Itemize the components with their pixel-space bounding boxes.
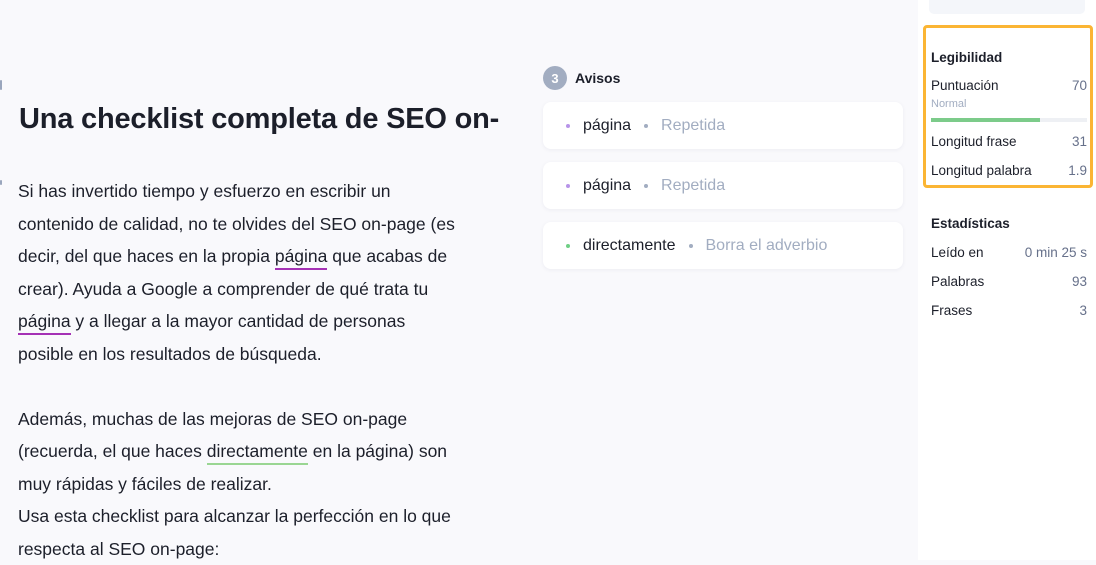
text-line: (recuerda, el que haces directamente en … [18, 435, 455, 468]
text-segment: respecta al SEO on-page: [18, 539, 219, 559]
score-label: Puntuación [931, 78, 999, 93]
sentence-length-value: 31 [1072, 134, 1087, 149]
warning-word: directamente [583, 237, 676, 255]
score-row: Puntuación 70 [931, 78, 1087, 93]
word-length-value: 1.9 [1068, 163, 1087, 178]
category-dot-icon [566, 184, 570, 188]
text-segment: contenido de calidad, no te olvides del … [18, 214, 455, 234]
text-segment: Si has invertido tiempo y esfuerzo en es… [18, 181, 391, 201]
text-line: posible en los resultados de búsqueda. [18, 338, 455, 371]
warnings-count-badge: 3 [543, 66, 567, 90]
sentences-value: 3 [1079, 303, 1087, 318]
text-segment: crear). Ayuda a Google a comprender de q… [18, 279, 428, 299]
edge-marker [0, 80, 2, 90]
warning-word: página [583, 117, 631, 135]
separator-dot-icon [644, 124, 648, 128]
editor[interactable]: Una checklist completa de SEO on- Si has… [0, 0, 530, 560]
text-line: crear). Ayuda a Google a comprender de q… [18, 273, 455, 306]
text-segment: decir, del que haces en la propia [18, 246, 275, 266]
document-body[interactable]: Si has invertido tiempo y esfuerzo en es… [18, 175, 455, 565]
separator-dot-icon [644, 184, 648, 188]
text-line: respecta al SEO on-page: [18, 533, 455, 565]
category-dot-icon [566, 124, 570, 128]
flagged-word[interactable]: página [18, 311, 71, 335]
separator-dot-icon [689, 244, 693, 248]
text-line: decir, del que haces en la propia página… [18, 240, 455, 273]
words-label: Palabras [931, 274, 984, 289]
warnings-title: Avisos [575, 70, 620, 86]
flagged-word[interactable]: directamente [207, 441, 308, 465]
category-dot-icon [566, 244, 570, 248]
text-line: Además, muchas de las mejoras de SEO on-… [18, 403, 455, 436]
text-segment: Además, muchas de las mejoras de SEO on-… [18, 409, 407, 429]
text-segment: en la página) son [308, 441, 447, 461]
top-button[interactable] [929, 0, 1085, 14]
score-level: Normal [931, 98, 966, 110]
document-title[interactable]: Una checklist completa de SEO on- [19, 103, 499, 136]
warning-card[interactable]: página Repetida [543, 162, 903, 209]
stats-sidebar: Legibilidad Puntuación 70 Normal Longitu… [918, 0, 1096, 560]
score-bar [931, 118, 1087, 122]
sentence-length-label: Longitud frase [931, 134, 1017, 149]
warning-hint: Repetida [661, 117, 725, 135]
sentences-row: Frases 3 [931, 303, 1087, 318]
warning-card[interactable]: directamente Borra el adverbio [543, 222, 903, 269]
words-value: 93 [1072, 274, 1087, 289]
read-time-value: 0 min 25 s [1025, 245, 1087, 260]
text-segment: (recuerda, el que haces [18, 441, 207, 461]
score-value: 70 [1072, 78, 1087, 93]
text-segment: Usa esta checklist para alcanzar la perf… [18, 506, 451, 526]
text-line: Usa esta checklist para alcanzar la perf… [18, 500, 455, 533]
edge-marker [0, 180, 2, 185]
text-segment: que acabas de [327, 246, 447, 266]
text-line [18, 370, 455, 403]
text-line: contenido de calidad, no te olvides del … [18, 208, 455, 241]
word-length-row: Longitud palabra 1.9 [931, 163, 1087, 178]
stats-title: Estadísticas [931, 216, 1010, 231]
text-line: página y a llegar a la mayor cantidad de… [18, 305, 455, 338]
sentences-label: Frases [931, 303, 972, 318]
read-time-label: Leído en [931, 245, 984, 260]
sentence-length-row: Longitud frase 31 [931, 134, 1087, 149]
words-row: Palabras 93 [931, 274, 1087, 289]
warning-hint: Repetida [661, 177, 725, 195]
warning-card[interactable]: página Repetida [543, 102, 903, 149]
text-line: Si has invertido tiempo y esfuerzo en es… [18, 175, 455, 208]
score-bar-fill [931, 118, 1040, 122]
flagged-word[interactable]: página [275, 246, 328, 270]
text-line: muy rápidas y fáciles de realizar. [18, 468, 455, 501]
text-segment: y a llegar a la mayor cantidad de person… [71, 311, 406, 331]
text-segment: muy rápidas y fáciles de realizar. [18, 474, 272, 494]
warning-hint: Borra el adverbio [706, 237, 828, 255]
text-segment: posible en los resultados de búsqueda. [18, 344, 322, 364]
read-time-row: Leído en 0 min 25 s [931, 245, 1087, 260]
readability-title: Legibilidad [931, 50, 1002, 65]
warnings-panel: 3 Avisos página Repetida página Repetida dir… [543, 66, 903, 282]
word-length-label: Longitud palabra [931, 163, 1032, 178]
warning-word: página [583, 177, 631, 195]
